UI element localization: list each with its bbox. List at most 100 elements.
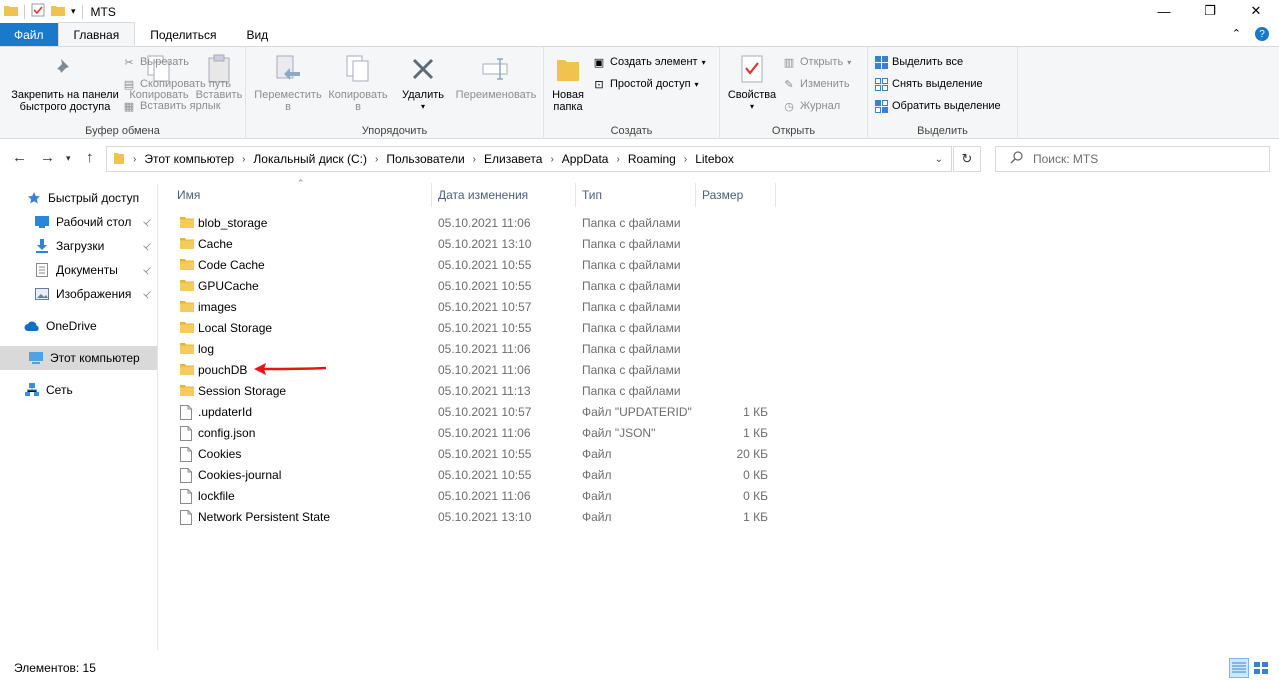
address-dropdown-chevron-icon[interactable]: ⌄: [935, 154, 943, 165]
cut-button[interactable]: ✂ Вырезать: [122, 53, 189, 71]
pin-label-line2: быстрого доступа: [19, 101, 111, 113]
new-item-button[interactable]: ▣ Создать элемент ▾: [592, 53, 706, 71]
column-divider[interactable]: [575, 183, 576, 207]
maximize-button[interactable]: ❐: [1187, 0, 1233, 22]
file-size: 0 КБ: [743, 467, 768, 482]
file-row[interactable]: blob_storage 05.10.2021 11:06 Папка с файл…: [170, 212, 790, 233]
file-row[interactable]: log 05.10.2021 11:06 Папка с файлами: [170, 338, 790, 359]
file-name: Cookies: [198, 446, 242, 461]
copy-to-label-line1: Копировать: [328, 89, 388, 101]
breadcrumb-label[interactable]: Елизавета: [484, 152, 542, 166]
chevron-right-icon[interactable]: ›: [375, 154, 378, 165]
refresh-button[interactable]: ↻: [953, 146, 981, 172]
column-header-date[interactable]: Дата изменения: [438, 183, 528, 207]
forward-arrow-icon[interactable]: →: [40, 149, 55, 166]
help-icon[interactable]: ?: [1255, 27, 1269, 41]
chevron-right-icon[interactable]: ›: [550, 154, 553, 165]
breadcrumb-label[interactable]: Litebox: [695, 152, 734, 166]
file-row[interactable]: images 05.10.2021 10:57 Папка с файлами: [170, 296, 790, 317]
sidebar-item[interactable]: OneDrive: [0, 314, 157, 338]
file-row[interactable]: Cache 05.10.2021 13:10 Папка с файлами: [170, 233, 790, 254]
details-view-icon[interactable]: [1229, 658, 1249, 678]
minimize-button[interactable]: —: [1141, 0, 1187, 22]
sidebar-item[interactable]: Рабочий стол ⟂: [0, 210, 157, 234]
chevron-right-icon[interactable]: ›: [616, 154, 619, 165]
breadcrumb-label[interactable]: Этот компьютер: [144, 152, 234, 166]
sidebar-item[interactable]: Сеть: [0, 378, 157, 402]
file-row[interactable]: Cookies-journal 05.10.2021 10:55 Файл 0 КБ: [170, 464, 790, 485]
file-row[interactable]: Network Persistent State 05.10.2021 13:10…: [170, 506, 790, 527]
sidebar-item[interactable]: Изображения ⟂: [0, 282, 157, 306]
paste-shortcut-button[interactable]: ▦ Вставить ярлык: [122, 97, 221, 115]
chevron-right-icon[interactable]: ›: [133, 154, 136, 165]
file-icon: [180, 467, 194, 483]
file-row[interactable]: Session Storage 05.10.2021 11:13 Папка с ф…: [170, 380, 790, 401]
tab-file[interactable]: Файл: [0, 23, 58, 46]
chevron-right-icon[interactable]: ›: [684, 154, 687, 165]
copy-path-button[interactable]: ▤ Скопировать путь: [122, 75, 231, 93]
close-button[interactable]: ✕: [1233, 0, 1279, 22]
recent-locations-chevron-icon[interactable]: ▾: [66, 153, 71, 164]
breadcrumb-label[interactable]: Локальный диск (C:): [253, 152, 367, 166]
new-folder-button[interactable]: Новая папка: [548, 53, 588, 113]
file-row[interactable]: .updaterId 05.10.2021 10:57 Файл "UPDATERI…: [170, 401, 790, 422]
file-row[interactable]: lockfile 05.10.2021 11:06 Файл 0 КБ: [170, 485, 790, 506]
pin-icon[interactable]: ⟂: [141, 216, 153, 228]
properties-check-icon[interactable]: [31, 3, 45, 20]
tab-home[interactable]: Главная: [57, 22, 136, 46]
column-divider[interactable]: [695, 183, 696, 207]
pin-icon[interactable]: ⟂: [141, 264, 153, 276]
edit-button[interactable]: ✎ Изменить: [782, 75, 849, 93]
rename-button[interactable]: Переименовать: [450, 53, 542, 101]
breadcrumb-label[interactable]: AppData: [562, 152, 609, 166]
column-divider[interactable]: [775, 183, 776, 207]
quick-access-toolbar: ▾: [0, 3, 83, 20]
up-arrow-icon[interactable]: ↑: [86, 149, 94, 166]
file-row[interactable]: config.json 05.10.2021 11:06 Файл "JSON" 1 …: [170, 422, 790, 443]
breadcrumb-label[interactable]: Roaming: [628, 152, 676, 166]
tab-view[interactable]: Вид: [231, 23, 283, 46]
select-none-button[interactable]: Снять выделение: [874, 75, 983, 93]
breadcrumb-item: › AppData: [542, 152, 608, 166]
sidebar-item[interactable]: Быстрый доступ: [0, 186, 157, 210]
pin-icon[interactable]: ⟂: [141, 288, 153, 300]
new-folder-icon[interactable]: [51, 4, 65, 19]
breadcrumb-label[interactable]: Пользователи: [386, 152, 464, 166]
address-bar[interactable]: › Этот компьютер › Локальный диск (C:) › Поль…: [106, 146, 952, 172]
pin-icon[interactable]: ⟂: [141, 240, 153, 252]
move-to-button[interactable]: Переместить в: [250, 53, 326, 113]
column-header-name[interactable]: Имя: [177, 183, 200, 207]
file-row[interactable]: GPUCache 05.10.2021 10:55 Папка с файлами: [170, 275, 790, 296]
easy-access-button[interactable]: ⊡ Простой доступ ▾: [592, 75, 698, 93]
file-row[interactable]: Cookies 05.10.2021 10:55 Файл 20 КБ: [170, 443, 790, 464]
sidebar-item[interactable]: Загрузки ⟂: [0, 234, 157, 258]
file-name: Local Storage: [198, 320, 273, 335]
copy-to-button[interactable]: Копировать в: [324, 53, 392, 113]
file-row[interactable]: Code Cache 05.10.2021 10:55 Папка с файлам…: [170, 254, 790, 275]
history-button[interactable]: ◷ Журнал: [782, 97, 840, 115]
back-arrow-icon[interactable]: ←: [12, 149, 27, 166]
properties-icon: [736, 53, 768, 85]
pin-quick-access-button[interactable]: Закрепить на панели быстрого доступа: [4, 53, 126, 113]
column-divider[interactable]: [431, 183, 432, 207]
invert-selection-button[interactable]: Обратить выделение: [874, 97, 1001, 115]
sidebar-item[interactable]: Документы ⟂: [0, 258, 157, 282]
file-date: 05.10.2021 11:06: [438, 488, 531, 503]
delete-button[interactable]: Удалить ▾: [398, 53, 448, 113]
select-all-button[interactable]: Выделить все: [874, 53, 963, 71]
large-icons-view-icon[interactable]: [1251, 658, 1271, 678]
search-box[interactable]: Поиск: MTS: [995, 146, 1270, 172]
customize-quick-access-icon[interactable]: ▾: [71, 6, 76, 17]
chevron-down-icon: ▾: [420, 102, 425, 111]
chevron-right-icon[interactable]: ›: [473, 154, 476, 165]
column-header-size[interactable]: Размер: [702, 183, 743, 207]
chevron-right-icon[interactable]: ›: [242, 154, 245, 165]
open-button[interactable]: ▥ Открыть ▾: [782, 53, 851, 71]
group-organize: Переместить в Копировать в Удалить ▾ Пер…: [246, 47, 544, 139]
column-header-type[interactable]: Тип: [582, 183, 602, 207]
sidebar-item[interactable]: Этот компьютер: [0, 346, 157, 370]
properties-button[interactable]: Свойства ▾: [724, 53, 780, 113]
file-row[interactable]: Local Storage 05.10.2021 10:55 Папка с фай…: [170, 317, 790, 338]
tab-share[interactable]: Поделиться: [135, 23, 231, 46]
chevron-up-icon[interactable]: ⌃: [1232, 27, 1241, 41]
